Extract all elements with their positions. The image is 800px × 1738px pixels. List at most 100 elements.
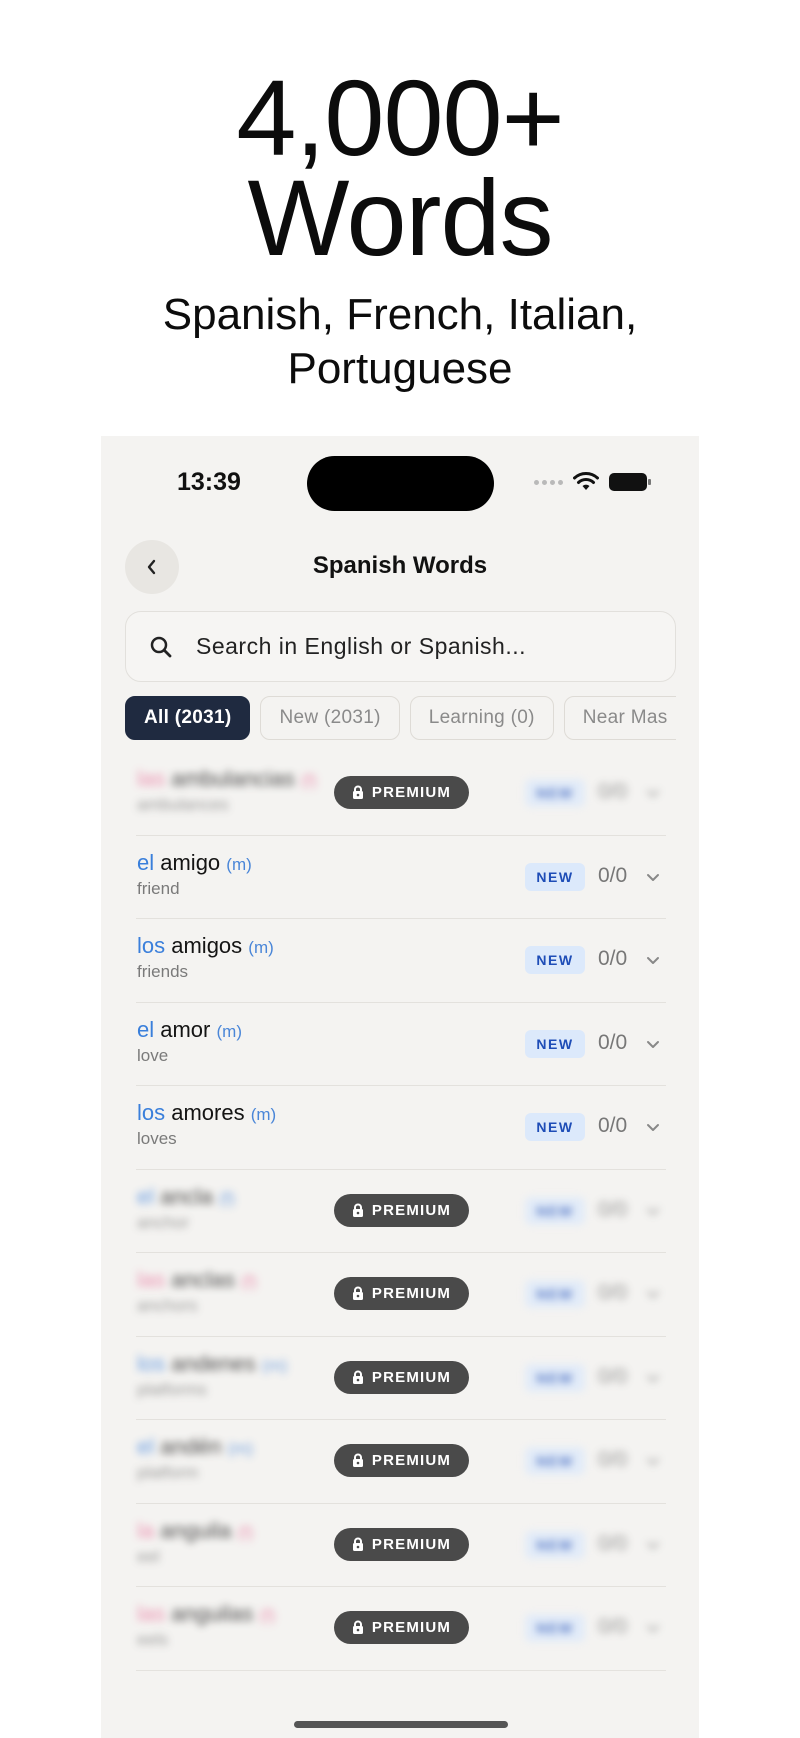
chevron-down-icon[interactable]: [646, 786, 660, 804]
status-badge: NEW: [525, 1447, 585, 1475]
word-text: anguilas: [171, 1601, 254, 1626]
word-text: amigos: [171, 933, 243, 958]
review-count: 0/0: [598, 1448, 628, 1471]
word-article: el: [137, 1434, 155, 1459]
lock-icon: [352, 1286, 364, 1301]
premium-label: PREMIUM: [371, 1285, 452, 1302]
word-text: ambulancias: [171, 766, 295, 791]
word-article: la: [137, 1517, 155, 1543]
word-text: andenes: [171, 1350, 256, 1376]
word-translation: platform: [137, 1463, 199, 1482]
battery-icon: [609, 473, 651, 491]
word-gender: (f): [240, 1272, 258, 1291]
lock-icon: [352, 1537, 364, 1552]
headline-count: 4,000+: [236, 57, 564, 178]
chevron-down-icon[interactable]: [646, 1538, 660, 1556]
headline-words: Words: [247, 157, 553, 278]
filter-chip[interactable]: All (2031): [125, 696, 251, 740]
word-translation: friend: [137, 878, 180, 898]
word-text: amigo: [160, 849, 221, 875]
premium-label: PREMIUM: [371, 1201, 452, 1219]
word-row[interactable]: los amigos (m) friends NEW 0/0: [136, 919, 666, 1003]
chevron-down-icon[interactable]: [646, 1120, 660, 1138]
chevron-down-icon[interactable]: [646, 1454, 660, 1472]
word-row[interactable]: las ambulancias (f) ambulances NEW 0/0 PREMI…: [136, 752, 666, 836]
word-article: el: [137, 849, 155, 875]
chevron-down-icon[interactable]: [646, 1037, 660, 1055]
word-gender: (m): [227, 1439, 254, 1458]
word-article: los: [137, 933, 166, 958]
search-input[interactable]: [196, 633, 646, 660]
premium-lock-badge[interactable]: PREMIUM: [334, 1611, 469, 1644]
word-row[interactable]: el amor (m) love NEW 0/0: [136, 1003, 666, 1086]
word-translation: anchor: [137, 1212, 189, 1232]
headline-languages-line2: Portuguese: [287, 344, 513, 393]
word-row[interactable]: las anguilas (f) eels NEW 0/0 PREMIUM: [136, 1587, 666, 1671]
word-translation: ambulances: [137, 795, 229, 814]
premium-lock-badge[interactable]: PREMIUM: [334, 1193, 469, 1227]
word-article: las: [137, 766, 166, 791]
filter-chip[interactable]: Learning (0): [409, 696, 554, 740]
word-article: los: [137, 1100, 166, 1125]
status-badge: NEW: [525, 946, 585, 974]
chevron-down-icon[interactable]: [646, 870, 660, 888]
status-badge: NEW: [525, 1196, 585, 1225]
word-gender: (f): [300, 771, 317, 790]
filter-tabs: All (2031) New (2031) Learning (0) Near Mas: [125, 696, 676, 742]
word-text: anguila: [160, 1517, 232, 1543]
lock-icon: [352, 1370, 364, 1385]
word-row[interactable]: los amores (m) loves NEW 0/0: [136, 1086, 666, 1170]
premium-lock-badge[interactable]: PREMIUM: [334, 1360, 469, 1394]
word-gender: (m): [248, 938, 274, 957]
premium-lock-badge[interactable]: PREMIUM: [334, 1444, 469, 1477]
status-time: 13:39: [177, 468, 241, 496]
word-list: las ambulancias (f) ambulances NEW 0/0 PREMI…: [136, 752, 666, 1671]
chevron-down-icon[interactable]: [646, 953, 660, 971]
word-gender: (f): [259, 1606, 276, 1625]
home-indicator[interactable]: [294, 1721, 508, 1728]
search-icon: [150, 636, 172, 657]
word-row[interactable]: el ancla (f) anchor NEW 0/0 PREMIUM: [136, 1170, 666, 1253]
chevron-down-icon[interactable]: [646, 1287, 660, 1305]
wifi-icon: [573, 472, 599, 490]
word-gender: (m): [226, 854, 252, 874]
word-article: las: [137, 1601, 166, 1626]
status-icons: [534, 472, 651, 492]
premium-label: PREMIUM: [371, 784, 452, 801]
promo-headline: 4,000+ Words Spanish, French, Italian, P…: [0, 57, 800, 396]
filter-chip[interactable]: Near Mas: [563, 696, 676, 740]
lock-icon: [352, 1620, 364, 1635]
word-gender: (f): [237, 1522, 254, 1542]
word-row[interactable]: los andenes (m) platforms NEW 0/0 PREMIUM: [136, 1337, 666, 1420]
word-row[interactable]: la anguila (f) eel NEW 0/0 PREMIUM: [136, 1504, 666, 1587]
phone-screen: 13:39 Spanish Words All (2031)New (2031)…: [101, 436, 699, 1738]
word-term: los amores (m): [137, 1100, 276, 1126]
premium-label: PREMIUM: [371, 1535, 452, 1553]
dynamic-island: [307, 456, 494, 511]
chevron-down-icon[interactable]: [646, 1621, 660, 1639]
page-title: Spanish Words: [312, 552, 488, 579]
premium-lock-badge[interactable]: PREMIUM: [334, 776, 469, 809]
word-term: los andenes (m): [137, 1351, 287, 1377]
word-gender: (f): [218, 1188, 236, 1208]
filter-chip[interactable]: New (2031): [260, 696, 400, 740]
word-row[interactable]: el andén (m) platform NEW 0/0 PREMIUM: [136, 1420, 666, 1504]
chevron-down-icon[interactable]: [646, 1204, 660, 1222]
status-badge: NEW: [525, 1530, 585, 1559]
premium-label: PREMIUM: [371, 1619, 452, 1636]
premium-lock-badge[interactable]: PREMIUM: [334, 1277, 469, 1310]
word-text: andén: [160, 1434, 222, 1459]
review-count: 0/0: [598, 1281, 628, 1304]
status-badge: NEW: [525, 1280, 585, 1308]
lock-icon: [352, 785, 364, 800]
word-row[interactable]: el amigo (m) friend NEW 0/0: [136, 836, 666, 919]
premium-lock-badge[interactable]: PREMIUM: [334, 1527, 469, 1561]
chevron-down-icon[interactable]: [646, 1371, 660, 1389]
status-badge: NEW: [525, 1614, 585, 1642]
word-term: el ancla (f): [137, 1184, 235, 1210]
word-row[interactable]: las anclas (f) anchors NEW 0/0 PREMIUM: [136, 1253, 666, 1337]
review-count: 0/0: [598, 1531, 628, 1555]
word-term: el andén (m): [137, 1434, 253, 1460]
word-translation: anchors: [137, 1296, 198, 1315]
search-bar[interactable]: [125, 611, 676, 682]
